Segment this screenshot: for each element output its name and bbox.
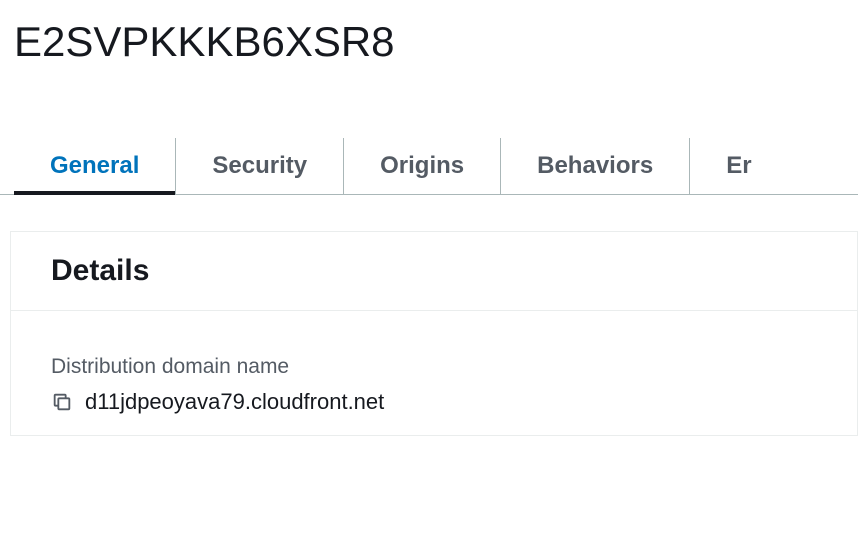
distribution-domain-name-value: d11jdpeoyava79.cloudfront.net: [85, 389, 384, 415]
tab-label: Origins: [380, 152, 464, 180]
details-panel: Details Distribution domain name d11jdpe…: [10, 231, 858, 436]
tab-errors-partial[interactable]: Er: [690, 138, 787, 194]
distribution-domain-name-row: d11jdpeoyava79.cloudfront.net: [51, 389, 817, 415]
details-title: Details: [51, 254, 817, 288]
tab-origins[interactable]: Origins: [344, 138, 501, 194]
tab-behaviors[interactable]: Behaviors: [501, 138, 690, 194]
tabs: General Security Origins Behaviors Er: [0, 96, 858, 195]
details-body: Distribution domain name d11jdpeoyava79.…: [11, 311, 857, 435]
tab-label: General: [50, 152, 139, 180]
tab-general[interactable]: General: [14, 138, 176, 194]
page-title: E2SVPKKKB6XSR8: [0, 0, 858, 96]
distribution-domain-name-label: Distribution domain name: [51, 355, 817, 379]
tab-label: Behaviors: [537, 152, 653, 180]
content-area: Details Distribution domain name d11jdpe…: [0, 195, 858, 436]
tab-label: Security: [212, 152, 307, 180]
tab-security[interactable]: Security: [176, 138, 344, 194]
details-header: Details: [11, 232, 857, 311]
tab-label: Er: [726, 152, 751, 180]
copy-icon[interactable]: [51, 391, 73, 413]
